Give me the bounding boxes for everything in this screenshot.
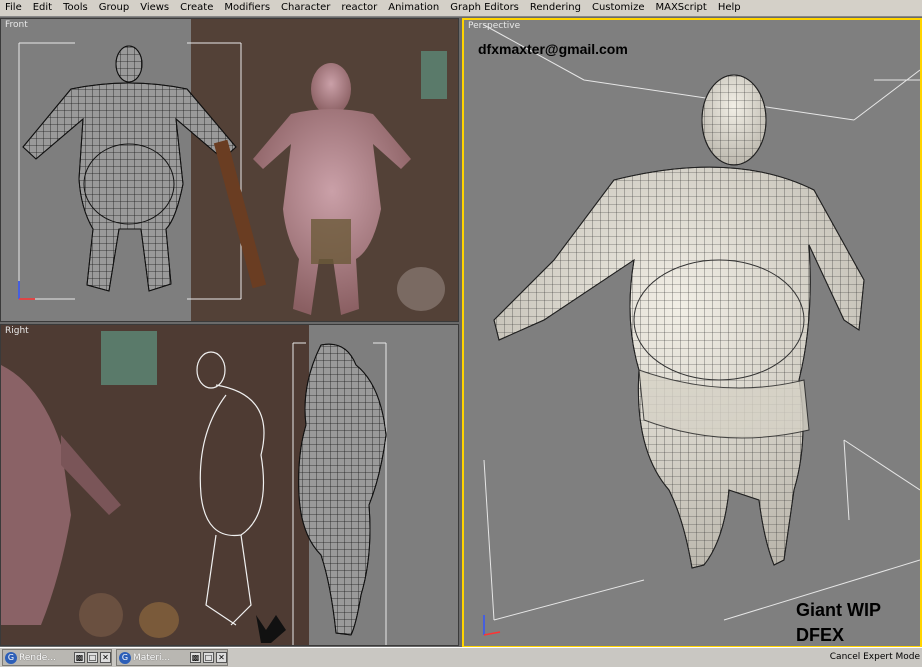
close-icon[interactable]: ✕: [216, 652, 227, 663]
front-reference-thumbnail: [421, 51, 447, 99]
menu-graph-editors[interactable]: Graph Editors: [445, 0, 525, 16]
menu-file[interactable]: File: [0, 0, 28, 16]
menu-customize[interactable]: Customize: [587, 0, 651, 16]
perspective-scene: [483, 24, 920, 636]
task-render-label: Rende...: [19, 652, 56, 663]
menu-help[interactable]: Help: [713, 0, 747, 16]
cancel-expert-mode-button[interactable]: Cancel Expert Mode: [830, 652, 920, 662]
menu-character[interactable]: Character: [276, 0, 336, 16]
menu-bar: File Edit Tools Group Views Create Modif…: [0, 0, 922, 17]
viewport-perspective-label[interactable]: Perspective: [468, 21, 520, 31]
menu-maxscript[interactable]: MAXScript: [650, 0, 712, 16]
close-icon[interactable]: ✕: [100, 652, 111, 663]
menu-edit[interactable]: Edit: [28, 0, 58, 16]
menu-group[interactable]: Group: [94, 0, 135, 16]
max-app-icon: G: [119, 651, 131, 664]
restore-icon[interactable]: ▩: [190, 652, 201, 663]
menu-create[interactable]: Create: [175, 0, 219, 16]
minimized-windows-bar: G Rende... ▩ □ ✕ G Materi... ▩ □ ✕ Cance…: [0, 647, 922, 667]
maximize-icon[interactable]: □: [87, 652, 98, 663]
title-watermark-line2: DFEX: [796, 625, 845, 645]
viewport-front-label[interactable]: Front: [5, 20, 28, 30]
menu-modifiers[interactable]: Modifiers: [219, 0, 276, 16]
viewport-right-label[interactable]: Right: [5, 326, 29, 336]
menu-reactor[interactable]: reactor: [336, 0, 383, 16]
viewport-perspective[interactable]: Perspective dfxmaxter@gmail.com Giant WI…: [462, 18, 922, 648]
title-watermark-line1: Giant WIP: [796, 600, 881, 620]
perspective-wireframe-character: [493, 74, 865, 569]
front-scene: [18, 19, 458, 321]
viewport-front[interactable]: Front: [0, 18, 459, 322]
front-axis-tripod-icon: [18, 281, 35, 300]
author-email-watermark: dfxmaxter@gmail.com: [478, 41, 628, 57]
perspective-axis-tripod-icon: [483, 615, 501, 636]
restore-icon[interactable]: ▩: [74, 652, 85, 663]
task-render-window[interactable]: G Rende... ▩ □ ✕: [2, 649, 112, 666]
menu-tools[interactable]: Tools: [58, 0, 94, 16]
task-material-label: Materi...: [133, 652, 171, 663]
maximize-icon[interactable]: □: [203, 652, 214, 663]
menu-rendering[interactable]: Rendering: [525, 0, 587, 16]
max-app-icon: G: [5, 651, 17, 664]
right-scene: [1, 325, 458, 645]
menu-animation[interactable]: Animation: [383, 0, 445, 16]
viewport-right[interactable]: Right: [0, 324, 459, 646]
menu-views[interactable]: Views: [135, 0, 175, 16]
task-material-editor[interactable]: G Materi... ▩ □ ✕: [116, 649, 228, 666]
